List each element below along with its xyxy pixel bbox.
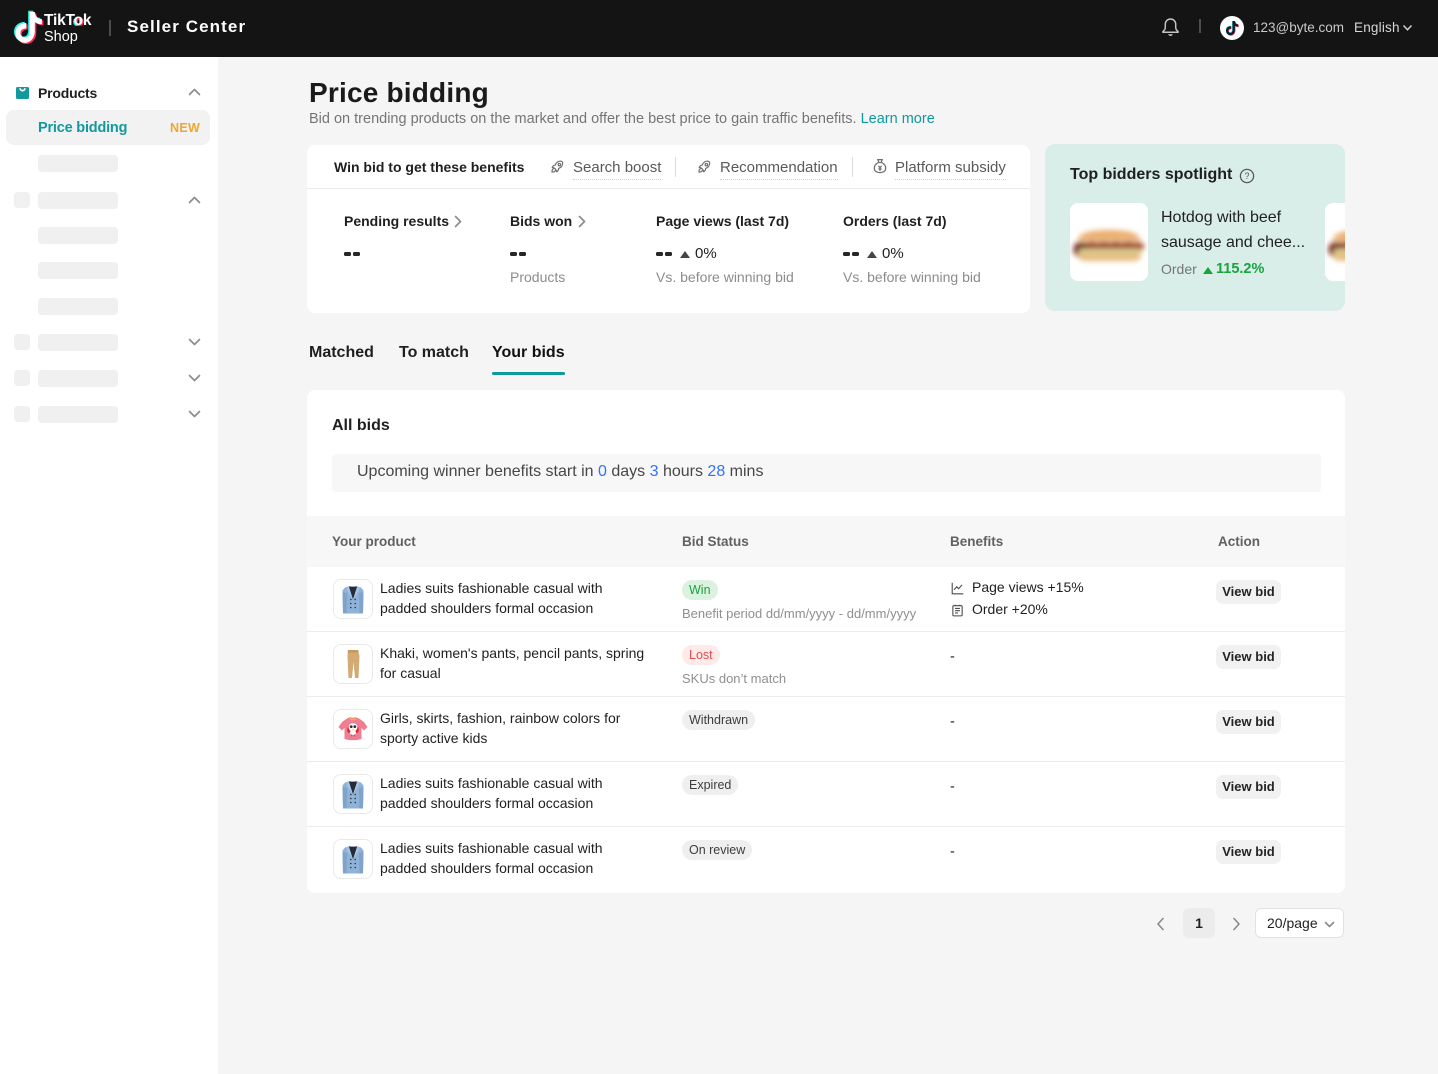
- svg-text:?: ?: [1244, 171, 1249, 181]
